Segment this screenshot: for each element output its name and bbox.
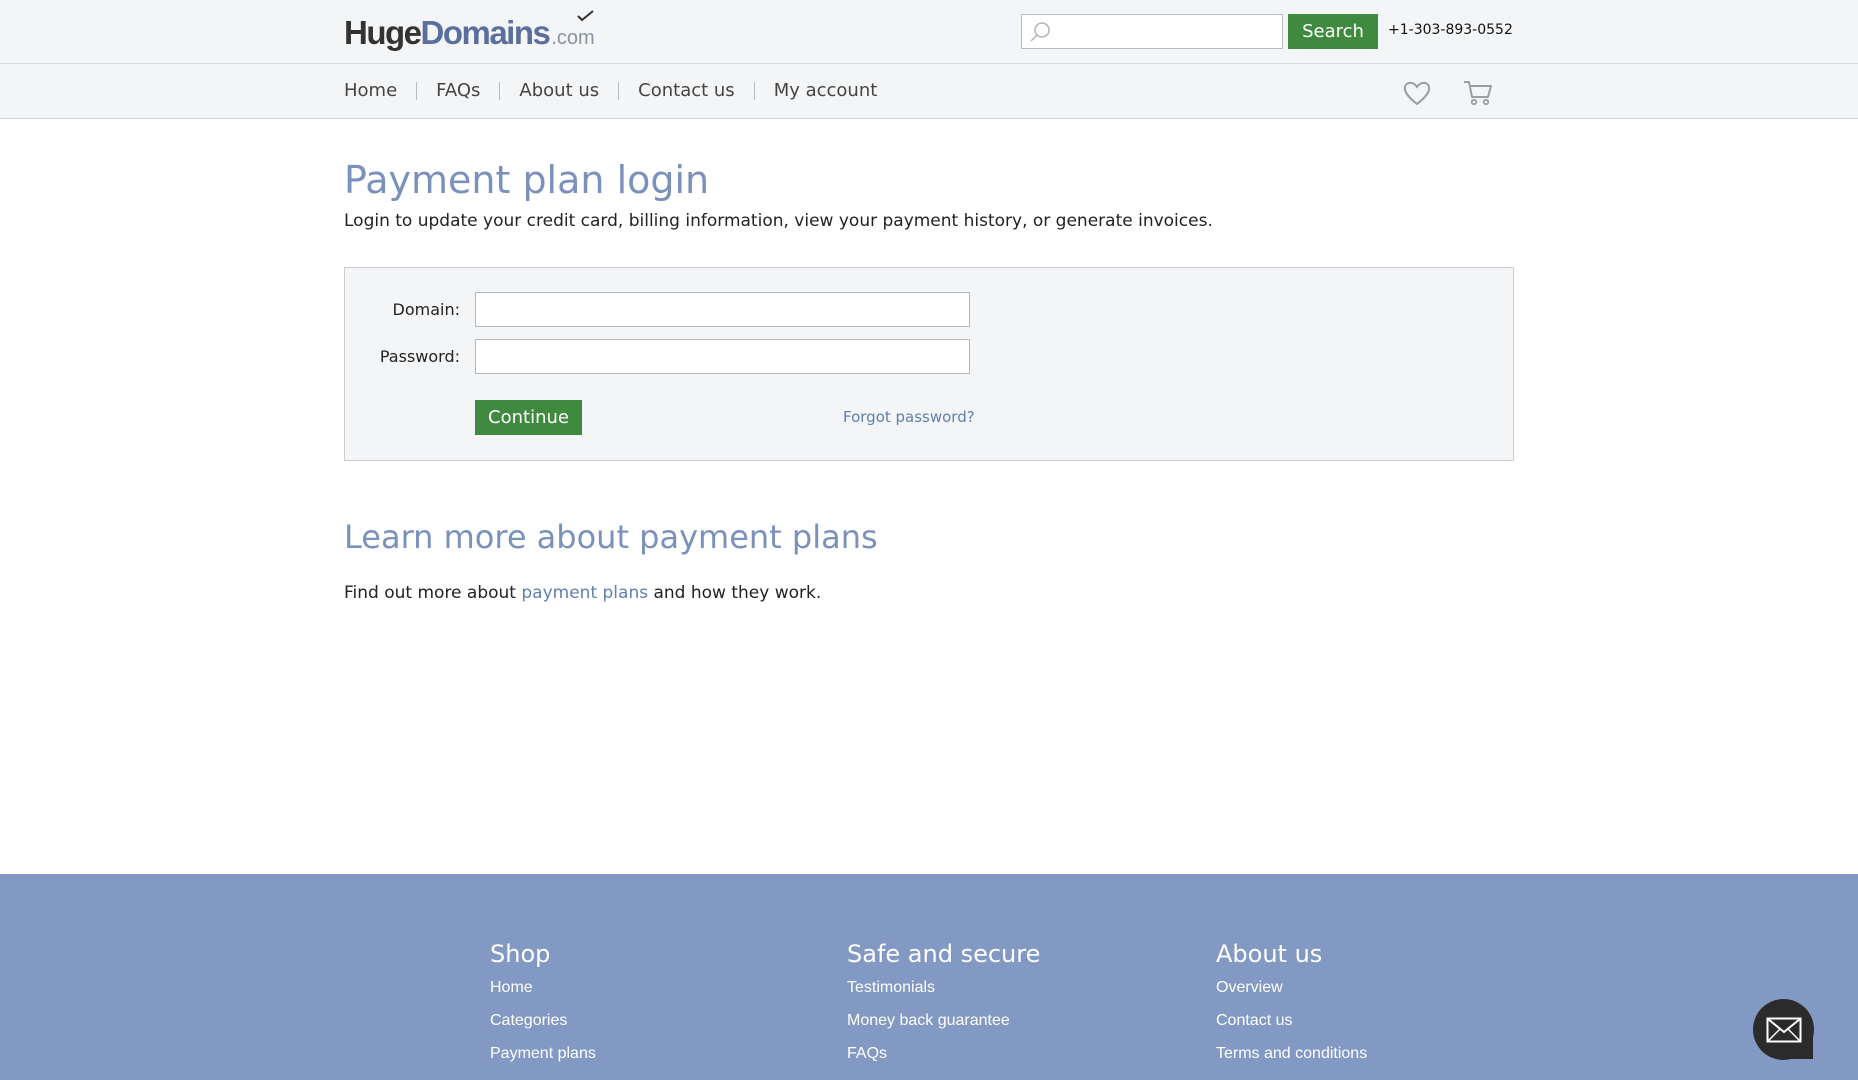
heart-icon[interactable] — [1403, 80, 1431, 106]
nav-item-my-account[interactable]: My account — [774, 80, 878, 101]
footer-link[interactable]: Contact us — [1216, 1011, 1367, 1044]
logo[interactable]: Huge Domains .com — [344, 10, 595, 52]
footer-link[interactable]: Overview — [1216, 978, 1367, 1011]
phone-number[interactable]: +1-303-893-0552 — [1388, 22, 1513, 38]
continue-button[interactable]: Continue — [475, 400, 582, 435]
footer-heading: About us — [1216, 940, 1323, 968]
footer-column-safe-and-secure: Safe and secure Testimonials Money back … — [847, 940, 1040, 1077]
footer-link[interactable]: FAQs — [847, 1044, 1040, 1077]
footer-column-shop: Shop Home Categories Payment plans — [490, 940, 596, 1077]
nav-divider — [618, 81, 620, 100]
checkmark-icon — [576, 10, 594, 22]
search-button[interactable]: Search — [1288, 14, 1378, 49]
nav-item-faqs[interactable]: FAQs — [436, 80, 480, 101]
footer-link[interactable]: Home — [490, 978, 596, 1011]
domain-field[interactable] — [475, 292, 970, 327]
footer-link[interactable]: Categories — [490, 1011, 596, 1044]
password-field[interactable] — [475, 339, 970, 374]
logo-text-com: .com — [551, 27, 595, 49]
footer-heading: Shop — [490, 940, 551, 968]
learn-more-text: Find out more about payment plans and ho… — [344, 583, 821, 603]
nav-divider — [416, 81, 418, 100]
page-title: Payment plan login — [344, 158, 710, 202]
main-nav: Home FAQs About us Contact us My account — [344, 80, 877, 101]
footer-heading: Safe and secure — [847, 940, 1041, 968]
search-input[interactable] — [1021, 14, 1283, 49]
forgot-password-link[interactable]: Forgot password? — [843, 408, 975, 426]
domain-label: Domain: — [392, 300, 460, 319]
payment-plans-link[interactable]: payment plans — [521, 583, 648, 603]
password-label: Password: — [379, 347, 460, 366]
page-intro: Login to update your credit card, billin… — [344, 211, 1213, 231]
footer-column-about-us: About us Overview Contact us Terms and c… — [1216, 940, 1367, 1077]
footer-link[interactable]: Payment plans — [490, 1044, 596, 1077]
search-field[interactable] — [1054, 17, 1276, 46]
envelope-icon — [1766, 1017, 1801, 1042]
logo-text-huge: Huge — [344, 14, 422, 51]
nav-divider — [753, 81, 755, 100]
nav-item-about-us[interactable]: About us — [519, 80, 599, 101]
footer-link[interactable]: Testimonials — [847, 978, 1040, 1011]
logo-text-domains: Domains — [421, 10, 594, 52]
nav-bar: Home FAQs About us Contact us My account — [0, 64, 1858, 119]
learn-more-heading: Learn more about payment plans — [344, 518, 878, 556]
top-header: Huge Domains .com Search +1-303-893-0552 — [0, 0, 1858, 64]
cart-icon[interactable] — [1463, 79, 1493, 107]
nav-item-contact-us[interactable]: Contact us — [638, 80, 735, 101]
learn-text-after: and how they work. — [648, 583, 822, 603]
search-icon — [1030, 22, 1050, 42]
nav-item-home[interactable]: Home — [344, 80, 397, 101]
footer-link[interactable]: Money back guarantee — [847, 1011, 1040, 1044]
learn-text-before: Find out more about — [344, 583, 522, 603]
footer-link[interactable]: Terms and conditions — [1216, 1044, 1367, 1077]
nav-divider — [499, 81, 501, 100]
chat-button[interactable] — [1753, 999, 1814, 1060]
